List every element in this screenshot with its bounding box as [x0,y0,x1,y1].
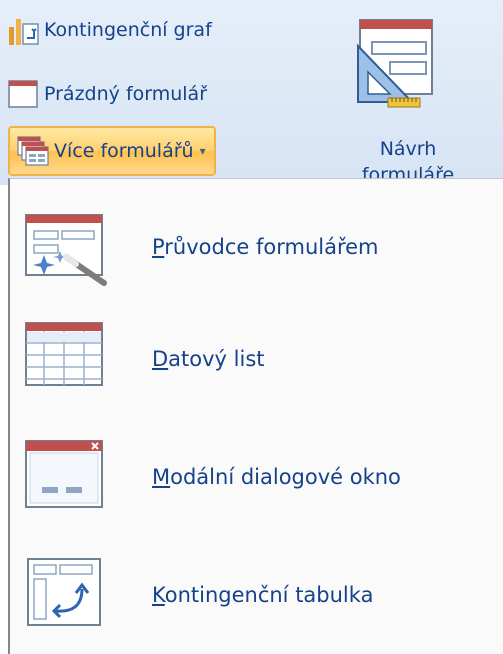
more-forms-button[interactable]: Více formulářů ▾ [8,126,216,176]
menu-item-pivot-table[interactable]: Kontingenční tabulka [10,545,503,645]
menu-item-modal-dialog[interactable]: Modální dialogové okno [10,427,503,527]
form-design-label-line1: Návrh [379,138,437,160]
menu-item-form-wizard[interactable]: Průvodce formulářem [10,201,503,301]
more-forms-icon [17,136,49,166]
more-forms-menu: Průvodce formulářem Datový list Modální … [8,178,503,654]
menu-item-datasheet[interactable]: Datový list [10,309,503,409]
menu-item-label-form-wizard: Průvodce formulářem [152,235,379,259]
accelerator-key: M [152,465,171,489]
pivot-chart-button[interactable]: Kontingenční graf [6,12,212,48]
form-design-button[interactable]: Návrh formuláře [348,8,468,186]
blank-form-label: Prázdný formulář [44,83,208,105]
accelerator-key: K [152,583,165,607]
menu-item-label-modal-dialog: Modální dialogové okno [152,465,401,489]
datasheet-icon [25,322,103,386]
form-design-icon [357,19,433,108]
pivot-table-icon [27,558,101,626]
menu-item-label-pivot-table: Kontingenční tabulka [152,583,373,607]
modal-dialog-icon [25,440,103,508]
label-text: růvodce formulářem [164,235,379,259]
form-wizard-icon [25,214,107,286]
more-forms-label: Více formulářů [54,140,194,162]
blank-form-icon [8,80,38,108]
ribbon: Kontingenční graf Prázdný formulář Více … [0,0,503,186]
pivot-chart-label: Kontingenční graf [44,19,212,41]
menu-item-label-datasheet: Datový list [152,347,265,371]
accelerator-key: D [152,347,169,371]
blank-form-button[interactable]: Prázdný formulář [6,76,207,112]
accelerator-key: P [152,235,165,259]
label-text: odální dialogové okno [170,465,401,489]
pivot-chart-icon [9,19,39,45]
chevron-down-icon: ▾ [199,144,206,158]
label-text: atový list [168,347,265,371]
label-text: ontingenční tabulka [164,583,374,607]
